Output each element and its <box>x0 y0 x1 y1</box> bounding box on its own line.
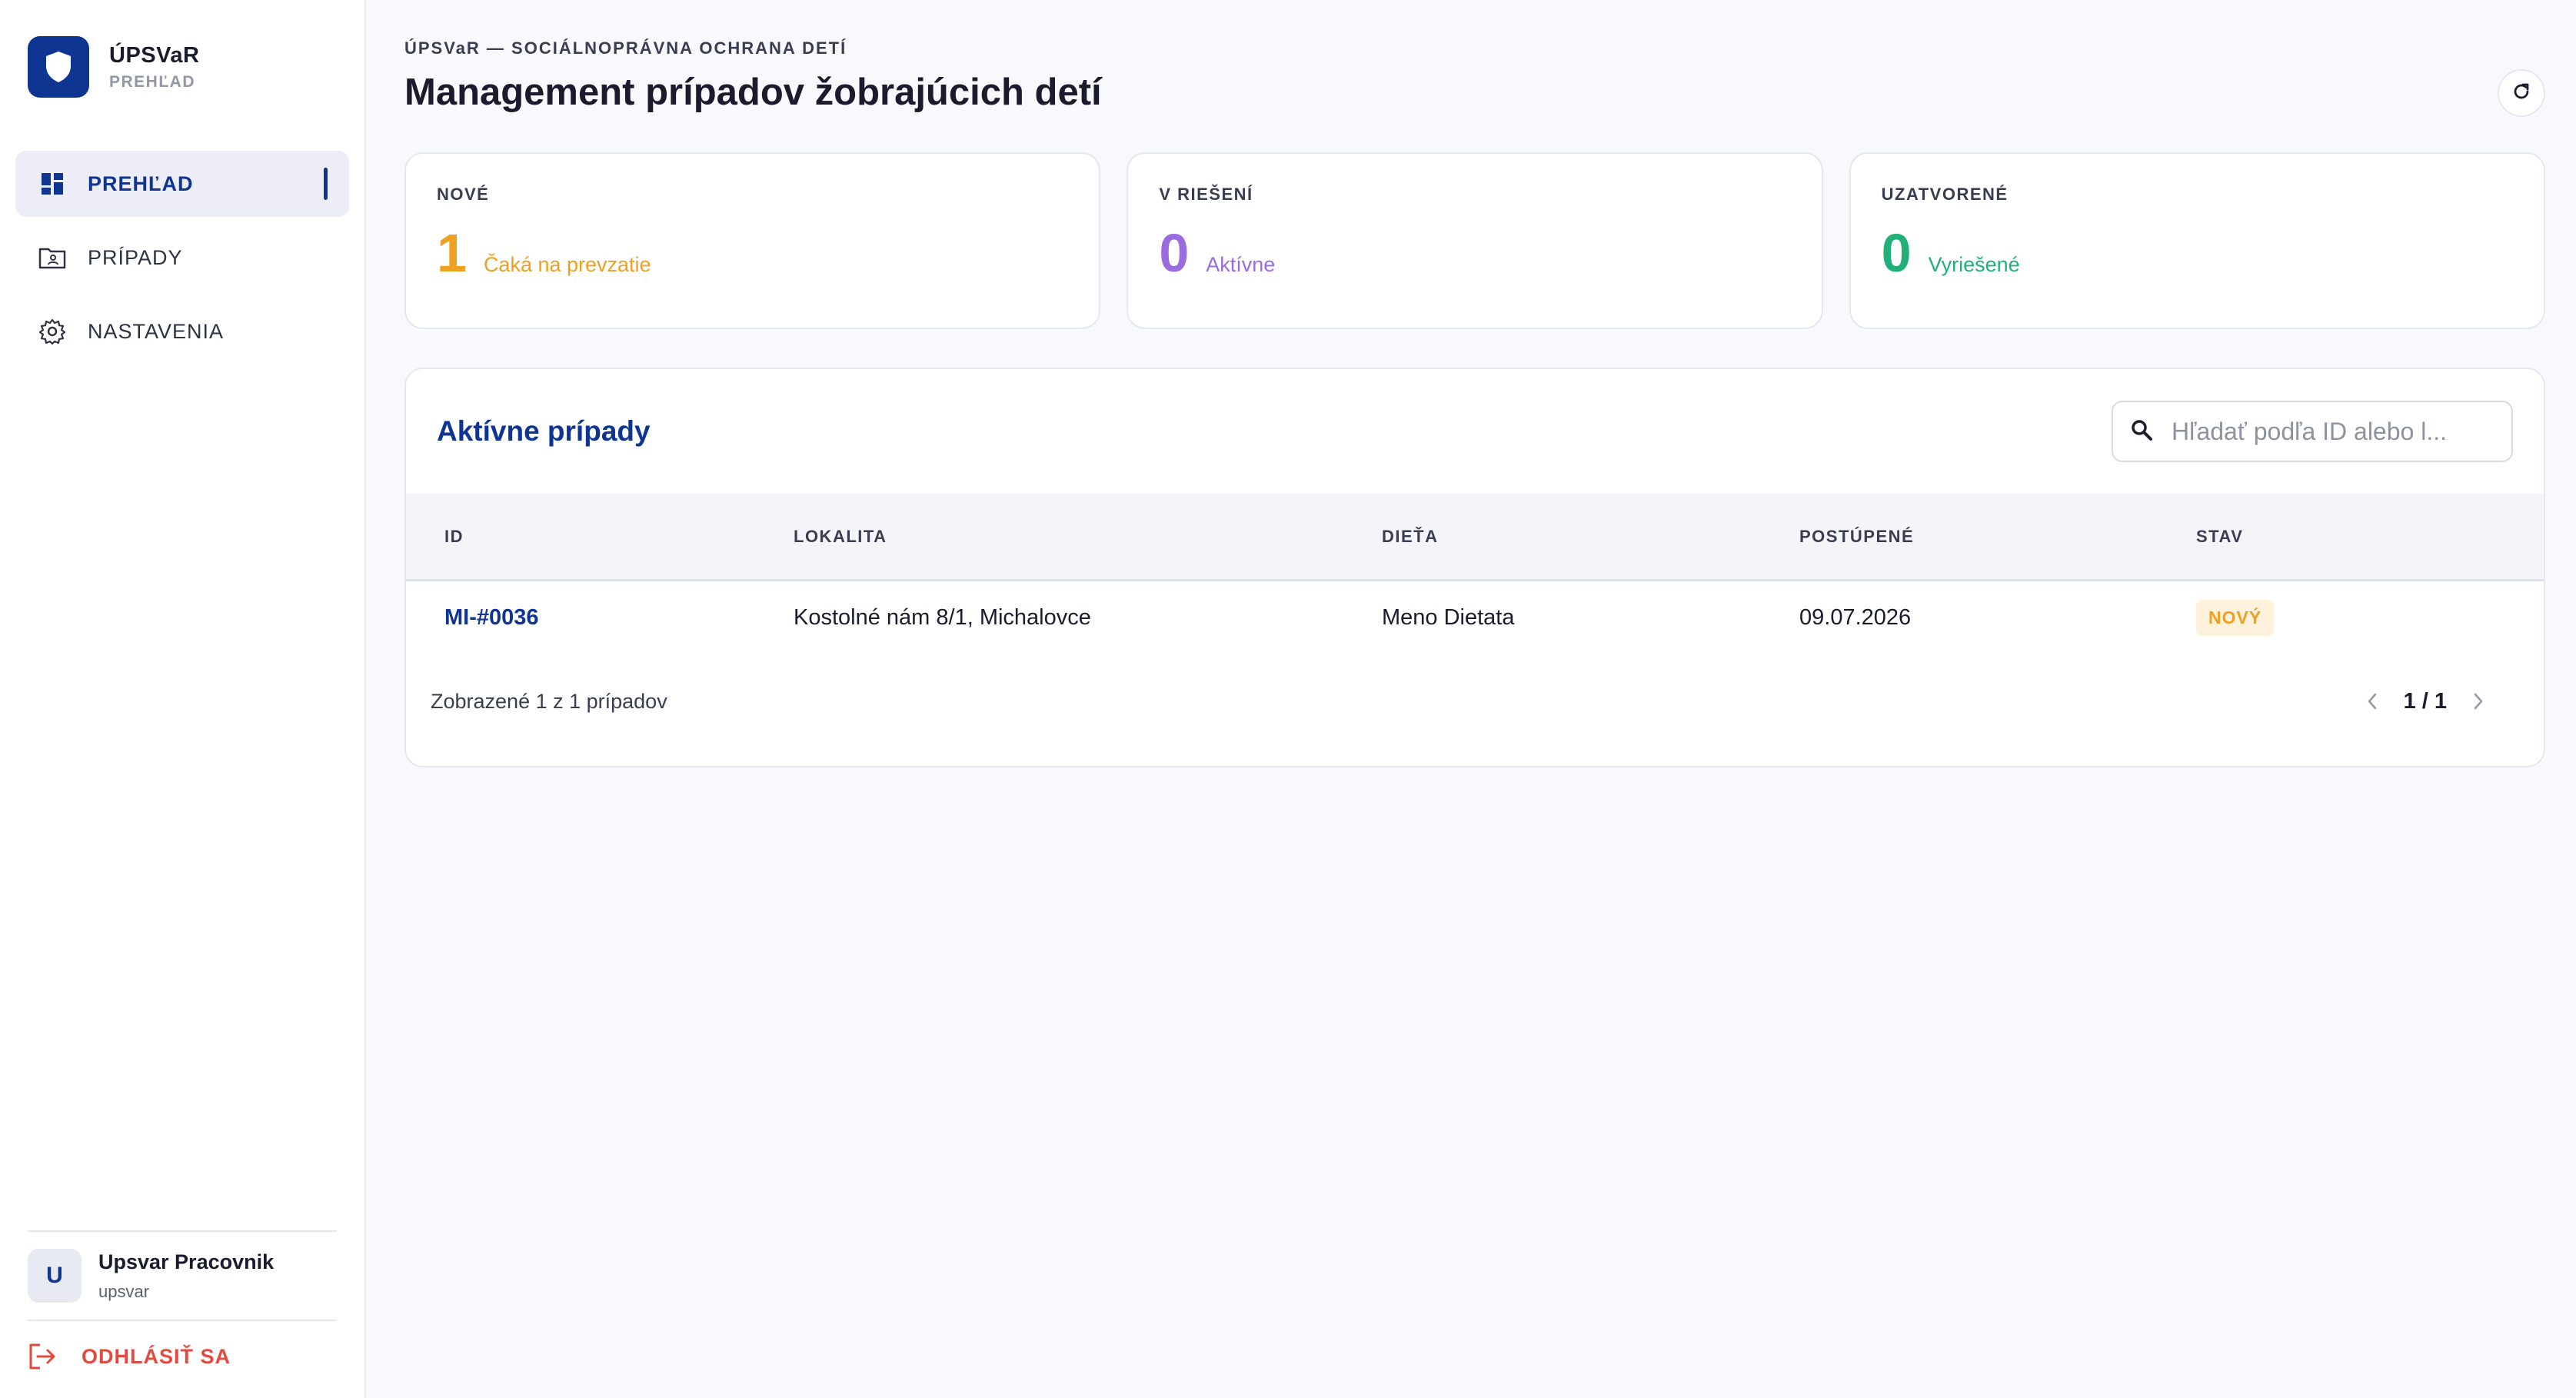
column-header-id[interactable]: ID <box>406 527 794 547</box>
page-eyebrow: ÚPSVaR — SOCIÁLNOPRÁVNA OCHRANA DETÍ <box>404 38 847 58</box>
brand-subtitle: PREHĽAD <box>109 72 196 91</box>
stat-label: NOVÉ <box>437 185 490 204</box>
column-header-location[interactable]: LOKALITA <box>794 527 1382 547</box>
brand: ÚPSVaR PREHĽAD <box>0 0 364 98</box>
sidebar-nav: PREHĽAD PRÍPADY NASTAVENIA <box>0 151 364 372</box>
status-badge: NOVÝ <box>2196 599 2275 636</box>
sidebar-item-pripady[interactable]: PRÍPADY <box>15 225 349 291</box>
search-box <box>2112 401 2513 462</box>
cases-title: Aktívne prípady <box>437 415 651 447</box>
shield-icon <box>28 36 89 98</box>
sidebar-item-label: PRÍPADY <box>88 245 183 269</box>
table-row[interactable]: MI-#0036 Kostolné nám 8/1, Michalovce Me… <box>406 581 2544 654</box>
case-location: Kostolné nám 8/1, Michalovce <box>794 604 1091 630</box>
case-referred-date: 09.07.2026 <box>1799 604 1912 630</box>
sidebar-item-label: NASTAVENIA <box>88 319 225 343</box>
logout-icon <box>28 1341 58 1372</box>
case-id-link[interactable]: MI-#0036 <box>444 605 539 630</box>
stat-label: V RIEŠENÍ <box>1159 185 1253 204</box>
user-name: Upsvar Pracovnik <box>98 1250 275 1273</box>
page-indicator: 1 / 1 <box>2403 688 2447 714</box>
refresh-icon <box>2511 82 2531 105</box>
stat-desc: Vyriešené <box>1928 253 2020 276</box>
stat-card-closed: UZATVORENÉ 0 Vyriešené <box>1849 152 2545 329</box>
stat-label: UZATVORENÉ <box>1881 185 2009 204</box>
column-header-status[interactable]: STAV <box>2196 527 2544 547</box>
stat-card-new: NOVÉ 1 Čaká na prevzatie <box>404 152 1101 329</box>
table-header: ID LOKALITA DIEŤA POSTÚPENÉ STAV <box>406 494 2544 581</box>
stat-card-in-progress: V RIEŠENÍ 0 Aktívne <box>1127 152 1823 329</box>
page-title: Management prípadov žobrajúcich detí <box>404 72 1102 113</box>
gear-icon <box>38 318 66 345</box>
pagination: 1 / 1 <box>2361 689 2490 714</box>
folder-icon <box>38 244 66 271</box>
divider <box>28 1230 337 1232</box>
refresh-button[interactable] <box>2498 69 2545 117</box>
column-header-child[interactable]: DIEŤA <box>1382 527 1799 547</box>
sidebar-footer: U Upsvar Pracovnik upsvar ODHLÁSIŤ SA <box>0 1230 364 1398</box>
sidebar-item-prehlad[interactable]: PREHĽAD <box>15 151 349 217</box>
column-header-referred[interactable]: POSTÚPENÉ <box>1799 527 2196 547</box>
user-login: upsvar <box>98 1281 150 1301</box>
chevron-right-icon[interactable] <box>2467 690 2490 713</box>
search-input[interactable] <box>2172 417 2479 446</box>
user-info: U Upsvar Pracovnik upsvar <box>28 1249 337 1303</box>
stat-value: 0 <box>1881 223 1912 283</box>
avatar: U <box>28 1249 82 1303</box>
dashboard-icon <box>38 170 66 198</box>
stats-row: NOVÉ 1 Čaká na prevzatie V RIEŠENÍ 0 Akt… <box>404 152 2545 329</box>
brand-title: ÚPSVaR <box>109 42 200 68</box>
cases-card: Aktívne prípady ID LOKALITA DIEŤA POSTÚP… <box>404 368 2545 767</box>
stat-desc: Aktívne <box>1206 253 1276 276</box>
sidebar-item-nastavenia[interactable]: NASTAVENIA <box>15 298 349 364</box>
stat-value: 0 <box>1159 223 1190 283</box>
main-content: ÚPSVaR — SOCIÁLNOPRÁVNA OCHRANA DETÍ Man… <box>366 0 2576 1398</box>
table-footer: Zobrazené 1 z 1 prípadov 1 / 1 <box>406 663 2544 740</box>
chevron-left-icon[interactable] <box>2361 690 2384 713</box>
results-count: Zobrazené 1 z 1 prípadov <box>431 689 667 713</box>
logout-button[interactable]: ODHLÁSIŤ SA <box>28 1321 337 1398</box>
search-icon <box>2130 418 2153 445</box>
sidebar-item-label: PREHĽAD <box>88 171 194 195</box>
case-child: Meno Dietata <box>1382 604 1515 630</box>
stat-value: 1 <box>437 223 467 283</box>
sidebar: ÚPSVaR PREHĽAD PREHĽAD PRÍPADY NASTAVENI… <box>0 0 366 1398</box>
app-root: ÚPSVaR PREHĽAD PREHĽAD PRÍPADY NASTAVENI… <box>0 0 2576 1398</box>
logout-label: ODHLÁSIŤ SA <box>82 1344 231 1368</box>
stat-desc: Čaká na prevzatie <box>483 253 651 276</box>
